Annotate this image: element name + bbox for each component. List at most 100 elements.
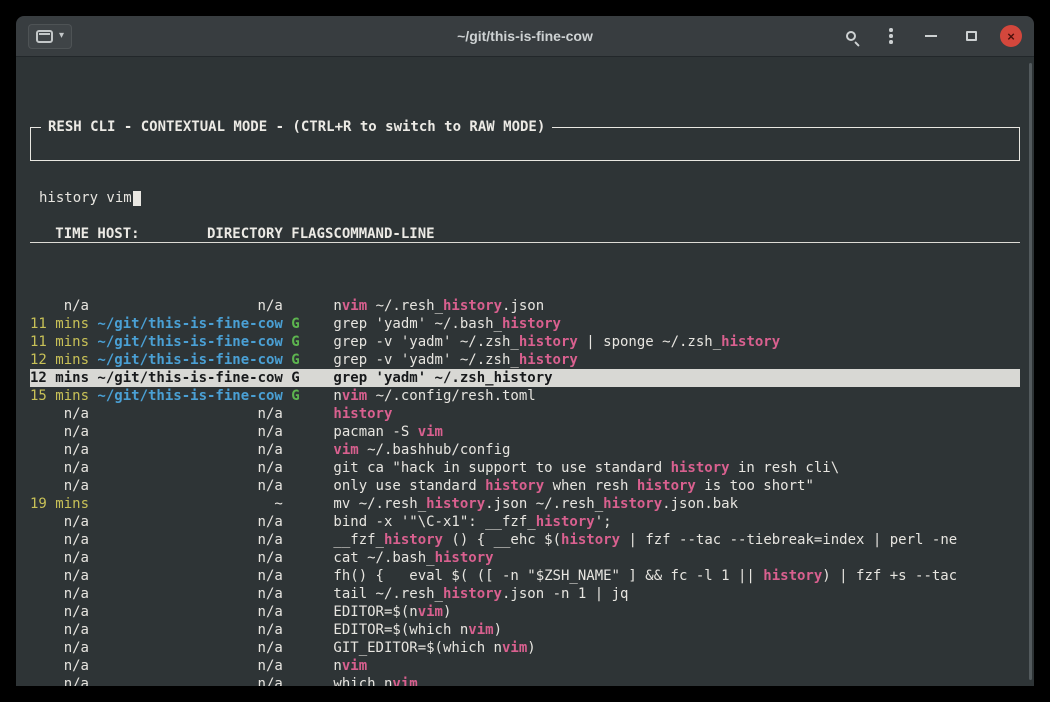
row-directory: n/a xyxy=(97,531,282,549)
history-row[interactable]: n/an/abind -x '"\C-x1": __fzf_history'; xyxy=(30,513,1020,531)
command-match-text: vim xyxy=(342,658,367,674)
command-text: ~/.config/resh.toml xyxy=(367,388,536,404)
row-time: n/a xyxy=(30,567,89,585)
row-flags xyxy=(291,405,333,423)
history-row[interactable]: n/an/anvim xyxy=(30,657,1020,675)
command-match-text: history xyxy=(763,568,822,584)
row-command: nvim ~/.resh_history.json xyxy=(333,297,1020,315)
history-row[interactable]: n/an/aEDITOR=$(nvim) xyxy=(30,603,1020,621)
row-flags xyxy=(291,657,333,675)
row-directory: n/a xyxy=(97,297,282,315)
command-text: EDITOR=$(n xyxy=(333,604,417,620)
row-directory: ~/git/this-is-fine-cow xyxy=(97,315,282,333)
row-directory: n/a xyxy=(97,405,282,423)
menu-button[interactable] xyxy=(880,25,902,47)
new-tab-button[interactable]: ▾ xyxy=(28,24,72,49)
minimize-button[interactable] xyxy=(920,25,942,47)
row-command: pacman -S vim xyxy=(333,423,1020,441)
command-text: .json xyxy=(502,298,544,314)
command-text: EDITOR=$(which n xyxy=(333,622,468,638)
row-command: GIT_EDITOR=$(which nvim) xyxy=(333,639,1020,657)
row-flags xyxy=(291,603,333,621)
row-time: 15 mins xyxy=(30,387,89,405)
command-match-text: history xyxy=(485,478,544,494)
history-row[interactable]: 11 mins~/git/this-is-fine-cowGgrep -v 'y… xyxy=(30,333,1020,351)
history-row-selected[interactable]: 12 mins~/git/this-is-fine-cowGgrep 'yadm… xyxy=(30,369,1020,387)
command-text: which n xyxy=(333,676,392,686)
row-command: history xyxy=(333,405,1020,423)
kebab-menu-icon xyxy=(889,28,893,44)
row-flags xyxy=(291,297,333,315)
command-text: .json ~/.resh_ xyxy=(485,496,603,512)
search-input[interactable]: history vim xyxy=(31,182,1019,207)
row-directory: n/a xyxy=(97,657,282,675)
row-directory: ~ xyxy=(97,495,282,513)
scrollbar[interactable] xyxy=(1029,63,1032,680)
row-time: n/a xyxy=(30,639,89,657)
chevron-down-icon: ▾ xyxy=(59,31,64,41)
restore-icon xyxy=(966,31,977,41)
command-match-text: history xyxy=(561,532,620,548)
row-directory: n/a xyxy=(97,603,282,621)
minimize-icon xyxy=(925,35,937,37)
history-row[interactable]: 19 mins~mv ~/.resh_history.json ~/.resh_… xyxy=(30,495,1020,513)
history-row[interactable]: n/an/avim ~/.bashhub/config xyxy=(30,441,1020,459)
history-row[interactable]: 15 mins ~/git/this-is-fine-cow Gnvim ~/.co… xyxy=(30,387,1020,405)
history-row[interactable]: 11 mins~/git/this-is-fine-cowGgrep 'yadm… xyxy=(30,315,1020,333)
row-directory: n/a xyxy=(97,639,282,657)
command-text: n xyxy=(333,388,341,404)
history-row[interactable]: n/an/aonly use standard history when res… xyxy=(30,477,1020,495)
search-button[interactable] xyxy=(840,25,862,47)
command-match-text: history xyxy=(384,532,443,548)
history-row[interactable]: n/an/anvim ~/.resh_history.json xyxy=(30,297,1020,315)
row-time: 19 mins xyxy=(30,495,89,513)
row-command: only use standard history when resh hist… xyxy=(333,477,1020,495)
command-text: '; xyxy=(595,514,612,530)
row-flags xyxy=(291,513,333,531)
restore-button[interactable] xyxy=(960,25,982,47)
row-time: n/a xyxy=(30,423,89,441)
history-row[interactable]: n/an/awhich nvim xyxy=(30,675,1020,686)
titlebar[interactable]: ~/git/this-is-fine-cow ▾ × xyxy=(16,16,1034,57)
row-command: nvim ~/.config/resh.toml xyxy=(333,387,1020,405)
new-tab-icon xyxy=(36,30,53,43)
command-text: ) xyxy=(527,640,535,656)
row-directory: n/a xyxy=(97,567,282,585)
history-row[interactable]: n/an/afh() { eval $( ([ -n "$ZSH_NAME" ]… xyxy=(30,567,1020,585)
command-text: n xyxy=(333,658,341,674)
command-match-text: history xyxy=(671,460,730,476)
command-match-text: vim xyxy=(468,622,493,638)
history-row[interactable]: 12 mins~/git/this-is-fine-cowGgrep -v 'y… xyxy=(30,351,1020,369)
command-text: when resh xyxy=(544,478,637,494)
row-time: n/a xyxy=(30,513,89,531)
command-text: ) xyxy=(443,604,451,620)
history-row[interactable]: n/an/agit ca "hack in support to use sta… xyxy=(30,459,1020,477)
history-row[interactable]: n/an/apacman -S vim xyxy=(30,423,1020,441)
row-flags xyxy=(291,585,333,603)
row-directory: n/a xyxy=(97,513,282,531)
row-flags xyxy=(291,495,333,513)
row-directory: ~/git/this-is-fine-cow xyxy=(97,369,282,387)
row-command: vim ~/.bashhub/config xyxy=(333,441,1020,459)
row-directory: ~/git/this-is-fine-cow xyxy=(97,387,282,405)
command-match-text: vim xyxy=(418,604,443,620)
command-text: cat ~/.bash_ xyxy=(333,550,434,566)
row-command: grep -v 'yadm' ~/.zsh_history xyxy=(333,351,1020,369)
row-flags: G xyxy=(291,387,333,405)
row-command: git ca "hack in support to use standard … xyxy=(333,459,1020,477)
row-command: which nvim xyxy=(333,675,1020,686)
command-text: ~/.resh_ xyxy=(367,298,443,314)
history-row[interactable]: n/an/ahistory xyxy=(30,405,1020,423)
history-row[interactable]: n/an/atail ~/.resh_history.json -n 1 | j… xyxy=(30,585,1020,603)
row-flags xyxy=(291,639,333,657)
history-row[interactable]: n/an/aEDITOR=$(which nvim) xyxy=(30,621,1020,639)
history-row[interactable]: n/an/a__fzf_history () { __ehc $(history… xyxy=(30,531,1020,549)
command-match-text: vim xyxy=(502,640,527,656)
close-button[interactable]: × xyxy=(1000,25,1022,47)
terminal[interactable]: RESH CLI - CONTEXTUAL MODE - (CTRL+R to … xyxy=(16,57,1034,686)
history-row[interactable]: n/a n/a GIT_EDITOR=$(which nvim) xyxy=(30,639,1020,657)
command-match-text: vim xyxy=(342,388,367,404)
command-match-text: history xyxy=(603,496,662,512)
row-time: n/a xyxy=(30,477,89,495)
history-row[interactable]: n/an/acat ~/.bash_history xyxy=(30,549,1020,567)
